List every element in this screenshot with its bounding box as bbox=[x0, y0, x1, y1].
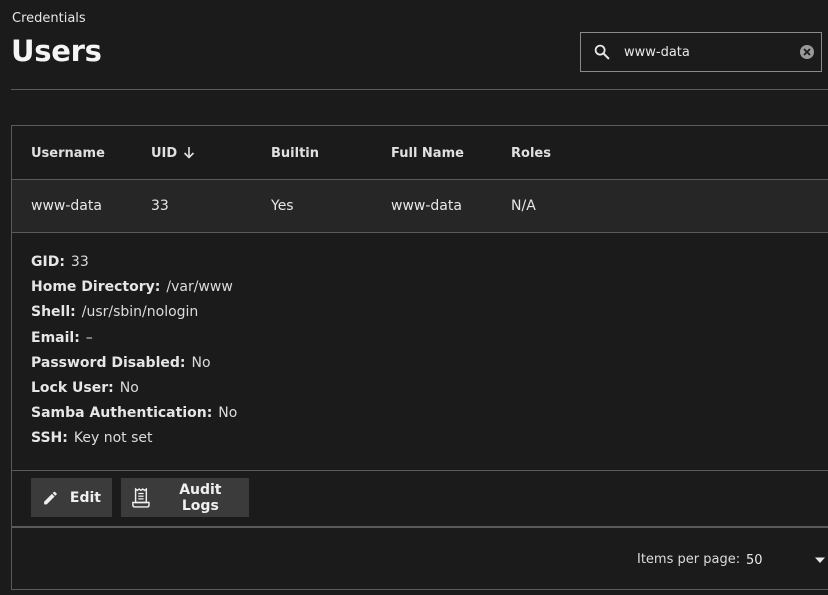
search-box[interactable] bbox=[580, 32, 822, 72]
detail-shell: Shell:/usr/sbin/nologin bbox=[31, 304, 199, 321]
header-divider bbox=[11, 89, 828, 90]
column-header-roles[interactable]: Roles bbox=[511, 146, 551, 161]
search-icon bbox=[594, 44, 610, 60]
breadcrumb[interactable]: Credentials bbox=[12, 11, 86, 26]
cell-uid: 33 bbox=[151, 198, 169, 214]
items-per-page-value: 50 bbox=[746, 552, 763, 568]
cell-full-name: www-data bbox=[391, 198, 462, 214]
column-header-username[interactable]: Username bbox=[31, 146, 105, 161]
footer-divider bbox=[12, 526, 828, 528]
items-per-page-label: Items per page: bbox=[637, 552, 741, 567]
actions-divider bbox=[12, 470, 828, 471]
detail-gid: GID: 33 bbox=[31, 254, 89, 270]
clear-search-icon[interactable] bbox=[799, 44, 815, 60]
search-input[interactable] bbox=[624, 42, 794, 62]
page-title: Users bbox=[11, 34, 102, 68]
arrow-down-icon bbox=[184, 147, 195, 159]
user-details: GID: 33 Home Directory:/var/www Shell:/us… bbox=[31, 254, 237, 456]
detail-ssh: SSH: Key not set bbox=[31, 430, 153, 447]
detail-home-directory: Home Directory:/var/www bbox=[31, 279, 233, 296]
detail-email: Email: – bbox=[31, 329, 93, 346]
cell-roles: N/A bbox=[511, 198, 536, 214]
cell-username: www-data bbox=[31, 198, 102, 214]
column-header-builtin[interactable]: Builtin bbox=[271, 146, 319, 161]
column-header-uid[interactable]: UID bbox=[151, 146, 195, 161]
detail-samba-authentication: Samba Authentication: No bbox=[31, 405, 238, 422]
items-per-page-select[interactable]: 50 bbox=[746, 546, 826, 574]
users-table-card: Username UID Builtin Full Name Roles www… bbox=[11, 125, 828, 590]
edit-button[interactable]: Edit bbox=[31, 478, 112, 517]
audit-logs-button[interactable]: Audit Logs bbox=[121, 478, 249, 517]
pencil-icon bbox=[44, 491, 57, 504]
caret-down-icon bbox=[815, 557, 825, 563]
receipt-icon bbox=[132, 487, 150, 508]
detail-password-disabled: Password Disabled: No bbox=[31, 354, 211, 371]
table-row[interactable]: www-data 33 Yes www-data N/A bbox=[12, 180, 828, 233]
column-header-full-name[interactable]: Full Name bbox=[391, 146, 464, 161]
table-header: Username UID Builtin Full Name Roles bbox=[12, 126, 828, 180]
detail-lock-user: Lock User: No bbox=[31, 379, 139, 396]
cell-builtin: Yes bbox=[271, 198, 294, 214]
